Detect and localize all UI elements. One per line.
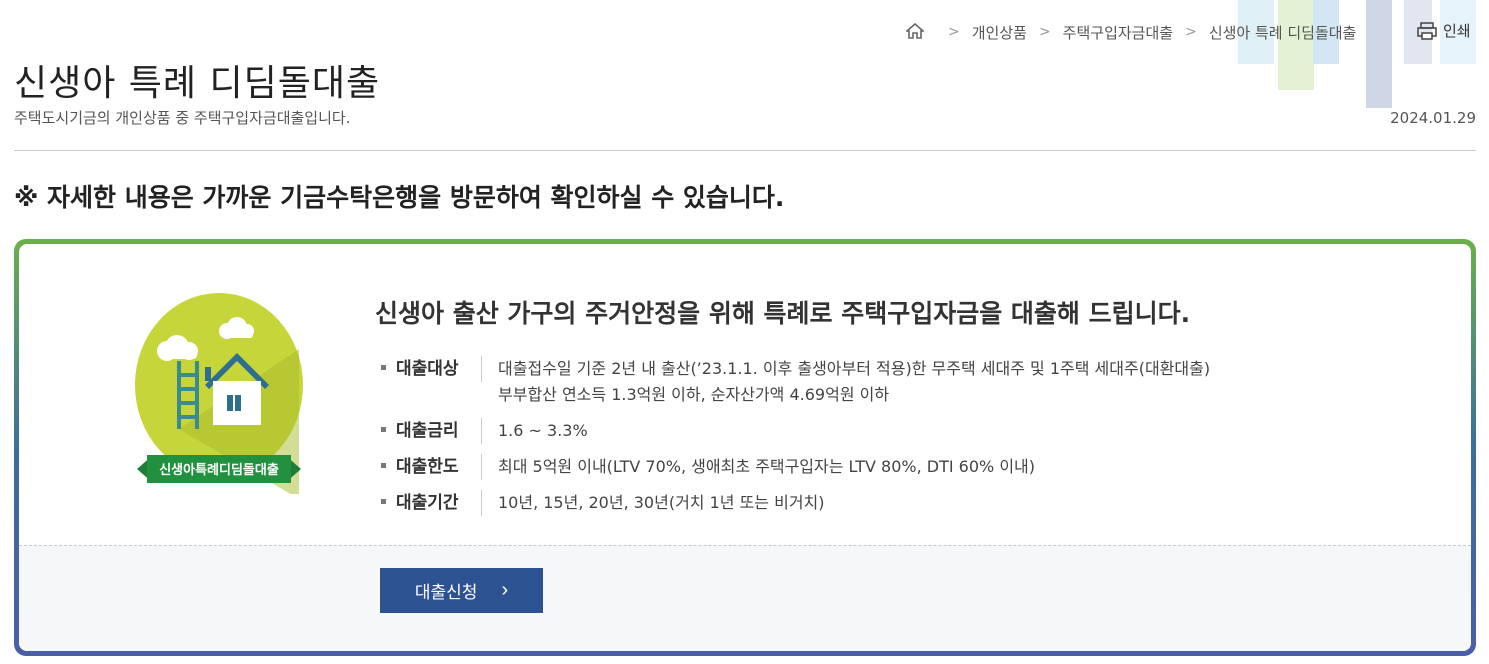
notice-text: ※ 자세한 내용은 가까운 기금수탁은행을 방문하여 확인하실 수 있습니다. <box>14 183 785 212</box>
info-row-target: 대출대상 대출접수일 기준 2년 내 출산(’23.1.1. 이후 출생아부터 … <box>381 356 1210 408</box>
info-value: 10년, 15년, 20년, 30년(거치 1년 또는 비거치) <box>482 490 825 516</box>
decorative-bar <box>1278 0 1314 90</box>
divider <box>14 150 1476 151</box>
info-label: 대출대상 <box>396 356 482 382</box>
info-value-line: 최대 5억원 이내(LTV 70%, 생애최초 주택구입자는 LTV 80%, … <box>498 457 1036 476</box>
page-description: 주택도시기금의 개인상품 중 주택구입자금대출입니다. <box>14 109 351 127</box>
chevron-right-icon: > <box>948 24 960 40</box>
info-row-limit: 대출한도 최대 5억원 이내(LTV 70%, 생애최초 주택구입자는 LTV … <box>381 454 1210 480</box>
info-value-line: 10년, 15년, 20년, 30년(거치 1년 또는 비거치) <box>498 493 825 512</box>
page-date: 2024.01.29 <box>1390 109 1476 127</box>
emblem-label: 신생아특례디딤돌대출 <box>159 462 279 478</box>
info-value-line: 부부합산 연소득 1.3억원 이하, 순자산가액 4.69억원 이하 <box>498 385 890 404</box>
page-title: 신생아 특례 디딤돌대출 <box>14 63 381 104</box>
loan-info-list: 대출대상 대출접수일 기준 2년 내 출산(’23.1.1. 이후 출생아부터 … <box>381 356 1210 526</box>
info-value: 최대 5억원 이내(LTV 70%, 생애최초 주택구입자는 LTV 80%, … <box>482 454 1035 480</box>
breadcrumb: > 개인상품 > 주택구입자금대출 > 신생아 특례 디딤돌대출 <box>904 20 1357 44</box>
chevron-right-icon: > <box>1038 24 1051 40</box>
bullet-icon <box>381 463 386 468</box>
home-icon[interactable] <box>904 22 926 41</box>
info-label: 대출한도 <box>396 454 482 480</box>
product-card-body: 신생아특례디딤돌대출 신생아 출산 가구의 주거안정을 위해 특례로 주택구입자… <box>19 244 1471 651</box>
apply-loan-button[interactable]: 대출신청 › <box>380 568 543 613</box>
breadcrumb-item-home-purchase-loan[interactable]: 주택구입자금대출 <box>1063 22 1173 43</box>
decorative-bar <box>1366 0 1392 108</box>
chevron-right-icon: › <box>501 579 509 601</box>
printer-icon <box>1417 21 1437 40</box>
card-headline: 신생아 출산 가구의 주거안정을 위해 특례로 주택구입자금을 대출해 드립니다… <box>375 299 1191 328</box>
breadcrumb-item-current[interactable]: 신생아 특례 디딤돌대출 <box>1209 22 1357 43</box>
print-button[interactable]: 인쇄 <box>1417 20 1471 41</box>
info-row-rate: 대출금리 1.6 ~ 3.3% <box>381 418 1210 444</box>
house-emblem-icon: 신생아특례디딤돌대출 <box>135 293 303 494</box>
bullet-icon <box>381 499 386 504</box>
print-label: 인쇄 <box>1443 22 1471 40</box>
info-row-period: 대출기간 10년, 15년, 20년, 30년(거치 1년 또는 비거치) <box>381 490 1210 516</box>
card-action-area <box>19 545 1471 651</box>
product-card: 신생아특례디딤돌대출 신생아 출산 가구의 주거안정을 위해 특례로 주택구입자… <box>14 239 1476 656</box>
info-value-line: 대출접수일 기준 2년 내 출산(’23.1.1. 이후 출생아부터 적용)한 … <box>498 359 1211 378</box>
info-label: 대출금리 <box>396 418 482 444</box>
chevron-right-icon: > <box>1185 24 1197 40</box>
info-value: 1.6 ~ 3.3% <box>482 418 588 444</box>
info-value: 대출접수일 기준 2년 내 출산(’23.1.1. 이후 출생아부터 적용)한 … <box>482 356 1210 408</box>
bullet-icon <box>381 427 386 432</box>
bullet-icon <box>381 365 386 370</box>
apply-label: 대출신청 <box>414 583 478 602</box>
info-label: 대출기간 <box>396 490 482 516</box>
info-value-line: 1.6 ~ 3.3% <box>498 421 588 440</box>
breadcrumb-item-personal-products[interactable]: 개인상품 <box>972 22 1027 43</box>
